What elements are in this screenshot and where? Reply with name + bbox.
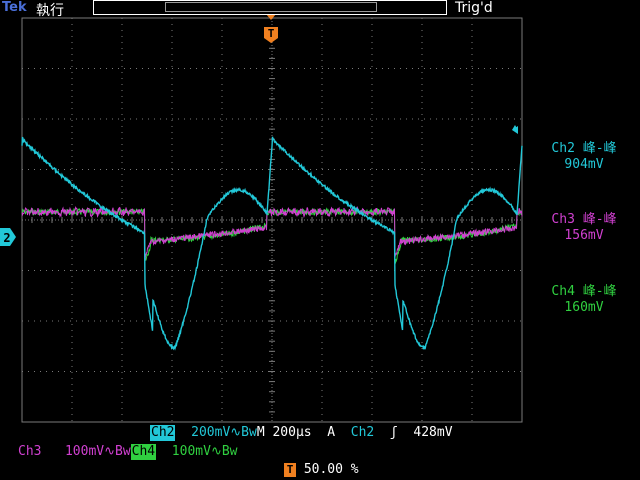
ch4-scale[interactable]: 100mV	[172, 444, 211, 459]
ch3-coupling: ∿Bw	[104, 444, 131, 459]
ch3-tag[interactable]: Ch3	[18, 444, 41, 459]
ch4-coupling: ∿Bw	[210, 444, 238, 459]
trigger-level[interactable]: 428mV	[413, 425, 452, 440]
measurement-ch2: Ch2 峰-峰 904mV	[528, 141, 640, 173]
run-state-label: 執行	[36, 3, 64, 19]
measurement-ch4: Ch4 峰-峰 160mV	[528, 284, 640, 316]
graticule	[21, 17, 523, 423]
ch2-coupling: ∿Bw	[230, 425, 257, 440]
status-row-trigger-position: T 50.00 %	[284, 462, 359, 478]
measurement-value: 160mV	[564, 300, 604, 315]
measurement-ch3: Ch3 峰-峰 156mV	[528, 212, 640, 244]
trigger-mode: A	[327, 425, 336, 440]
brand-logo: Tek	[2, 0, 27, 15]
measurement-value: 156mV	[564, 228, 604, 243]
trigger-position-icon: T	[284, 463, 296, 477]
trigger-status: Trig'd	[455, 0, 493, 16]
trigger-position-value[interactable]: 50.00 %	[304, 462, 359, 477]
trigger-slope-icon: ʃ	[389, 425, 398, 440]
ch3-scale[interactable]: 100mV	[65, 444, 104, 459]
timebase-value[interactable]: 200µs	[272, 425, 311, 440]
measurement-label: Ch4 峰-峰	[551, 284, 617, 299]
ch2-ground-label: 2	[3, 231, 10, 245]
measurement-label: Ch3 峰-峰	[551, 212, 617, 227]
horizontal-prefix: M	[256, 425, 265, 440]
status-row-ch3-ch4: Ch3 100mV∿BwCh4 100mV∿Bw	[18, 444, 237, 460]
record-view-window	[165, 2, 377, 12]
ch4-tag[interactable]: Ch4	[130, 444, 157, 460]
trigger-marker-label: T	[268, 27, 275, 40]
ch2-tag[interactable]: Ch2	[150, 425, 176, 441]
measurement-label: Ch2 峰-峰	[551, 141, 617, 156]
ch2-scale[interactable]: 200mV	[191, 425, 230, 440]
status-row-ch2-horizontal: Ch2 200mV∿BwM 200µs A Ch2 ʃ 428mV	[150, 425, 453, 441]
trigger-source[interactable]: Ch2	[351, 425, 374, 440]
measurement-value: 904mV	[564, 157, 604, 172]
